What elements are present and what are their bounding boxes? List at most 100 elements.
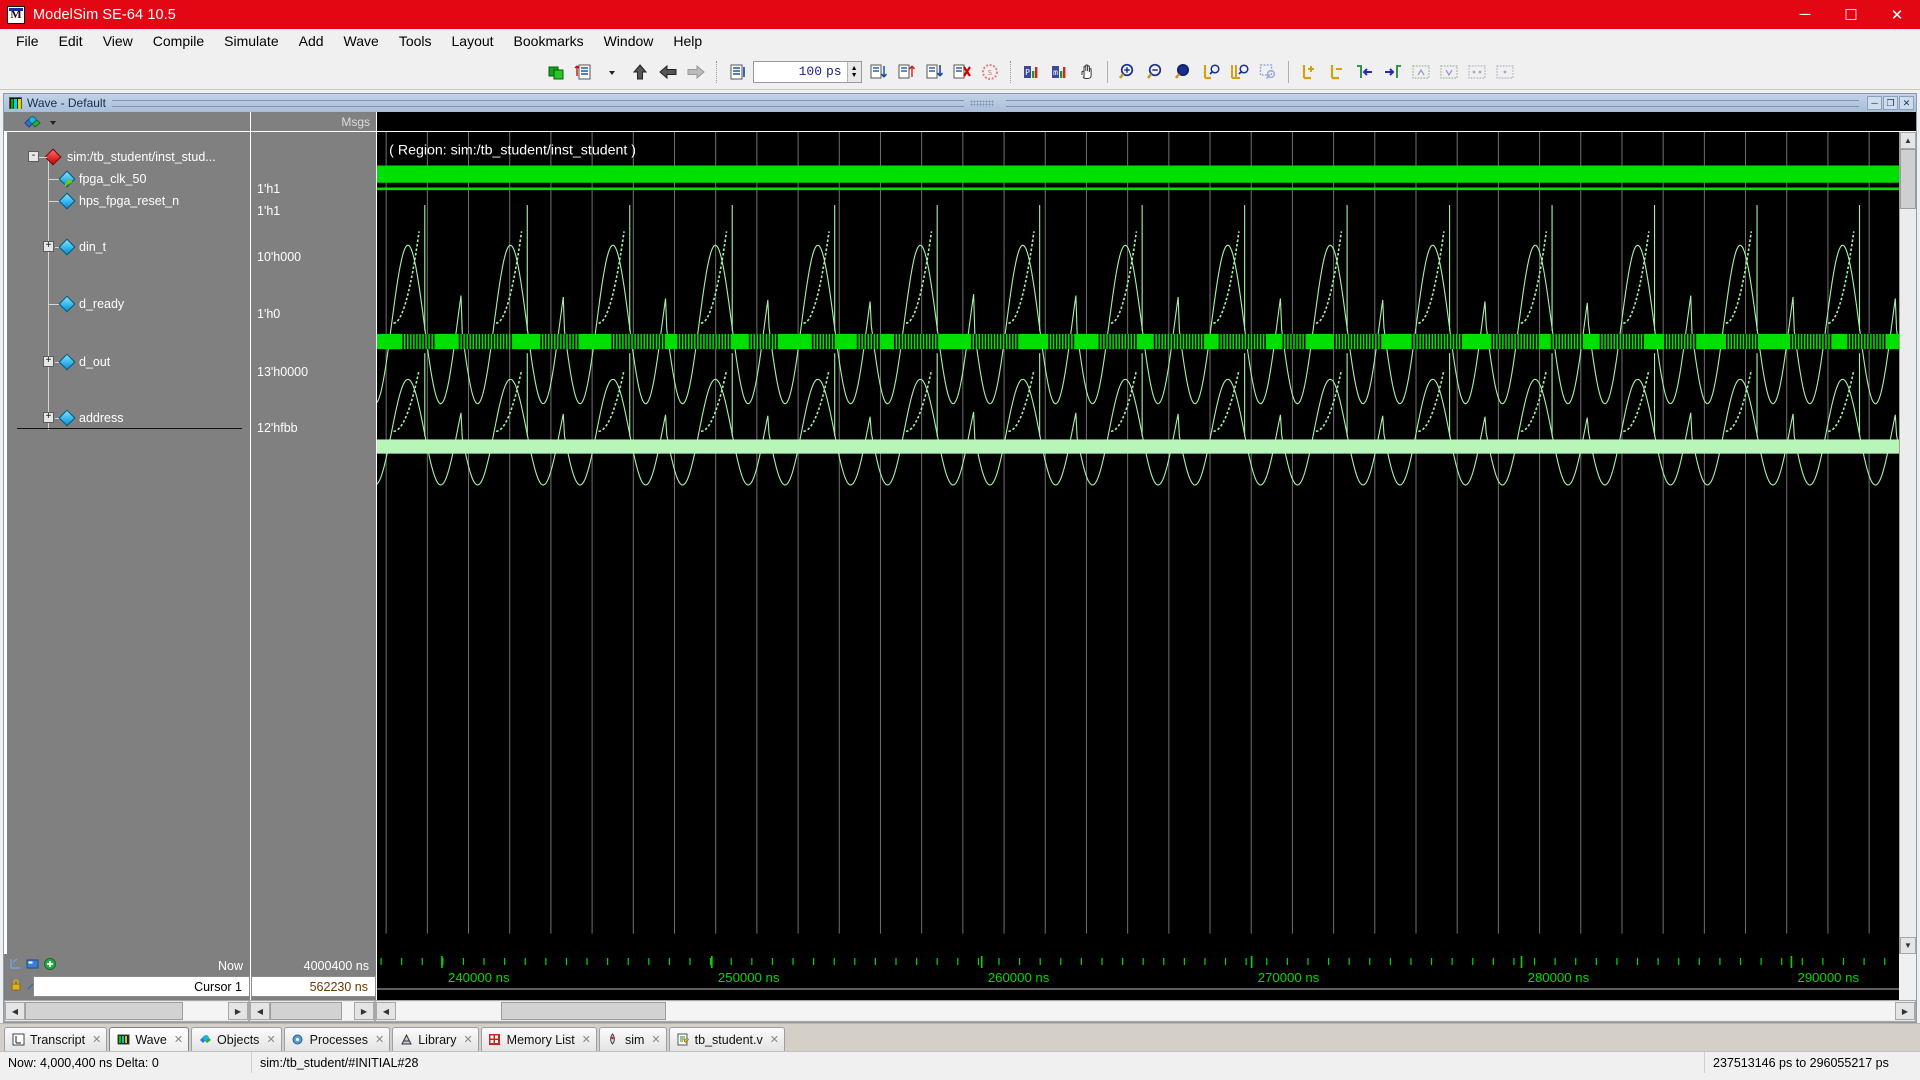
tab-close-icon[interactable]: ✕ bbox=[266, 1033, 275, 1046]
maximize-button[interactable]: ☐ bbox=[1828, 0, 1874, 29]
menu-edit[interactable]: Edit bbox=[49, 30, 93, 52]
menu-add[interactable]: Add bbox=[289, 30, 334, 52]
signal-row-instance[interactable]: - sim:/tb_student/inst_stud... bbox=[17, 148, 250, 166]
signal-row-address[interactable]: + address bbox=[17, 409, 250, 427]
tab-objects[interactable]: Objects ✕ bbox=[191, 1027, 282, 1051]
zoom-cursor-icon[interactable] bbox=[1198, 58, 1226, 86]
menu-wave[interactable]: Wave bbox=[334, 30, 389, 52]
hand-icon[interactable] bbox=[1073, 58, 1101, 86]
close-button[interactable]: ✕ bbox=[1874, 0, 1920, 29]
zoom-mode-icon[interactable] bbox=[1254, 58, 1282, 86]
cursor-1-value-box[interactable]: 562230 ns bbox=[251, 976, 376, 997]
tab-close-icon[interactable]: ✕ bbox=[770, 1033, 779, 1046]
tab-library[interactable]: Library ✕ bbox=[392, 1027, 479, 1051]
tab-memory-list[interactable]: Memory List ✕ bbox=[480, 1027, 597, 1051]
waves-hscrollbar[interactable]: ◀ ▶ bbox=[375, 1000, 1916, 1022]
collapse-expander[interactable]: - bbox=[28, 151, 39, 162]
profile-icon[interactable]: P bbox=[1017, 58, 1045, 86]
zoom-range-icon[interactable] bbox=[1226, 58, 1254, 86]
tab-sim[interactable]: sim ✕ bbox=[598, 1027, 667, 1051]
menu-compile[interactable]: Compile bbox=[143, 30, 214, 52]
tab-close-icon[interactable]: ✕ bbox=[582, 1033, 591, 1046]
compile-icon[interactable] bbox=[542, 58, 570, 86]
tab-close-icon[interactable]: ✕ bbox=[375, 1033, 384, 1046]
signal-row-din-t[interactable]: + din_t bbox=[17, 238, 250, 256]
cursor-labels-pane[interactable]: Now Cursor 1 bbox=[4, 954, 251, 1000]
run-icon[interactable] bbox=[864, 58, 892, 86]
menu-tools[interactable]: Tools bbox=[389, 30, 442, 52]
signal-row-fpga-clk-50[interactable]: fpga_clk_50 bbox=[17, 170, 250, 188]
tab-transcript[interactable]: Transcript ✕ bbox=[4, 1027, 108, 1051]
zoom-full-icon[interactable] bbox=[1170, 58, 1198, 86]
waveform-canvas-pane[interactable]: ( Region: sim:/tb_student/inst_student ) bbox=[377, 132, 1899, 954]
values-scroll-right-button[interactable]: ▶ bbox=[354, 1002, 374, 1020]
tab-close-icon[interactable]: ✕ bbox=[463, 1033, 472, 1046]
zoom-in-icon[interactable] bbox=[1114, 58, 1142, 86]
back-arrow-icon[interactable] bbox=[654, 58, 682, 86]
menu-file[interactable]: File bbox=[6, 30, 49, 52]
signal-row-d-ready[interactable]: d_ready bbox=[17, 295, 250, 313]
names-scroll-left-button[interactable]: ◀ bbox=[5, 1002, 25, 1020]
restart-icon[interactable] bbox=[723, 58, 751, 86]
zoom-out-icon[interactable] bbox=[1142, 58, 1170, 86]
stop-icon[interactable]: S bbox=[976, 58, 1004, 86]
scroll-down-button[interactable]: ▼ bbox=[1900, 937, 1916, 954]
menu-window[interactable]: Window bbox=[594, 30, 664, 52]
time-ruler[interactable]: 240000 ns 250000 ns 260000 ns 270000 ns 2800… bbox=[377, 954, 1899, 1000]
tab-wave[interactable]: Wave ✕ bbox=[109, 1027, 190, 1051]
compile-order-icon[interactable] bbox=[570, 58, 598, 86]
values-scroll-track[interactable] bbox=[270, 1002, 354, 1020]
memory-icon[interactable]: m bbox=[1045, 58, 1073, 86]
find-next-transition-icon[interactable] bbox=[1379, 58, 1407, 86]
scroll-track-vertical[interactable] bbox=[1900, 209, 1916, 937]
chevron-down-icon[interactable] bbox=[598, 58, 626, 86]
names-scroll-thumb[interactable] bbox=[25, 1002, 184, 1020]
values-hscrollbar[interactable]: ◀ ▶ bbox=[249, 1000, 375, 1022]
tab-close-icon[interactable]: ✕ bbox=[174, 1033, 183, 1046]
signal-names-pane[interactable]: - sim:/tb_student/inst_stud... fpga_clk_… bbox=[4, 132, 251, 954]
waves-scroll-left-button[interactable]: ◀ bbox=[376, 1002, 396, 1020]
wave-minimize-button[interactable]: ─ bbox=[1867, 96, 1883, 110]
values-scroll-thumb[interactable] bbox=[270, 1002, 343, 1020]
up-arrow-icon[interactable] bbox=[626, 58, 654, 86]
find-prev-transition-icon[interactable] bbox=[1351, 58, 1379, 86]
cursor-1-label-box[interactable]: Cursor 1 bbox=[33, 976, 250, 997]
run-length-stepper[interactable]: ▲ ▼ bbox=[846, 61, 861, 82]
menu-help[interactable]: Help bbox=[663, 30, 712, 52]
break-icon[interactable] bbox=[948, 58, 976, 86]
delete-cursor-icon[interactable] bbox=[1323, 58, 1351, 86]
wave-close-button[interactable]: ✕ bbox=[1899, 96, 1915, 110]
titlebar-grip[interactable] bbox=[970, 99, 995, 107]
tab-tb-student-v[interactable]: tb_student.v ✕ bbox=[668, 1027, 785, 1051]
expand-expander-address[interactable]: + bbox=[43, 412, 54, 423]
names-scroll-track[interactable] bbox=[25, 1002, 228, 1020]
tab-processes[interactable]: Processes ✕ bbox=[283, 1027, 391, 1051]
wave-restore-button[interactable]: ❐ bbox=[1883, 96, 1899, 110]
waves-scroll-track[interactable] bbox=[396, 1002, 1895, 1020]
run-length-value[interactable]: 100 bbox=[754, 64, 826, 79]
continue-run-icon[interactable] bbox=[892, 58, 920, 86]
menu-bookmarks[interactable]: Bookmarks bbox=[504, 30, 594, 52]
wave-window-titlebar[interactable]: Wave - Default ─ ❐ ✕ bbox=[4, 94, 1916, 112]
minimize-button[interactable]: ─ bbox=[1782, 0, 1828, 29]
expand-expander-d-out[interactable]: + bbox=[43, 356, 54, 367]
insert-cursor-icon[interactable] bbox=[1295, 58, 1323, 86]
values-scroll-left-button[interactable]: ◀ bbox=[250, 1002, 270, 1020]
tab-close-icon[interactable]: ✕ bbox=[92, 1033, 101, 1046]
scroll-up-button[interactable]: ▲ bbox=[1900, 132, 1916, 149]
menu-layout[interactable]: Layout bbox=[442, 30, 504, 52]
waveform-drawing[interactable]: ( Region: sim:/tb_student/inst_student ) bbox=[377, 132, 1899, 934]
names-scroll-right-button[interactable]: ▶ bbox=[228, 1002, 248, 1020]
menu-view[interactable]: View bbox=[93, 30, 143, 52]
signal-row-d-out[interactable]: + d_out bbox=[17, 353, 250, 371]
menu-simulate[interactable]: Simulate bbox=[214, 30, 288, 52]
run-length-field[interactable]: 100 ps ▲ ▼ bbox=[753, 60, 862, 83]
wave-vertical-scrollbar[interactable]: ▲ ▼ bbox=[1899, 132, 1916, 954]
signal-row-hps-fpga-reset-n[interactable]: hps_fpga_reset_n bbox=[17, 192, 250, 210]
waves-scroll-right-button[interactable]: ▶ bbox=[1895, 1002, 1915, 1020]
cursor-values-pane[interactable]: 4000400 ns 562230 ns bbox=[251, 954, 377, 1000]
run-all-icon[interactable] bbox=[920, 58, 948, 86]
scroll-thumb-vertical[interactable] bbox=[1900, 149, 1916, 209]
waves-scroll-thumb[interactable] bbox=[500, 1002, 666, 1020]
expand-expander-din-t[interactable]: + bbox=[43, 241, 54, 252]
